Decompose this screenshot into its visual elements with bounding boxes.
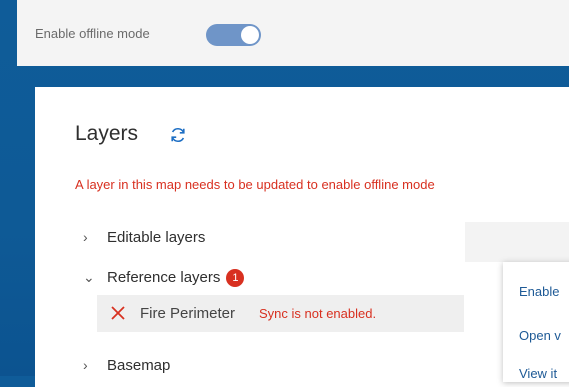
- menu-item-enable[interactable]: Enable: [519, 284, 559, 299]
- offline-warning: A layer in this map needs to be updated …: [75, 177, 435, 192]
- sync-status-text: Sync is not enabled.: [259, 306, 377, 321]
- chevron-down-icon: ⌄: [83, 269, 95, 285]
- layers-panel: Layers A layer in this map needs to be u…: [35, 87, 569, 387]
- close-icon: [111, 306, 125, 320]
- error-count-badge: 1: [226, 269, 245, 287]
- toggle-knob: [241, 26, 259, 44]
- offline-bar: Enable offline mode: [17, 0, 569, 66]
- group-label: Reference layers: [107, 269, 221, 286]
- group-reference-layers[interactable]: ⌄ Reference layers 1: [83, 269, 245, 287]
- layer-name: Fire Perimeter: [140, 305, 236, 322]
- chevron-right-icon: ›: [83, 357, 88, 373]
- offline-mode-label: Enable offline mode: [35, 26, 150, 41]
- list-item-fire-perimeter[interactable]: Fire Perimeter Sync is not enabled.: [97, 295, 464, 332]
- context-menu: Enable Open v View it: [503, 262, 569, 382]
- menu-item-view[interactable]: View it: [519, 366, 557, 381]
- menu-item-open[interactable]: Open v: [519, 328, 561, 343]
- row-hover-highlight: [465, 222, 569, 262]
- group-basemap[interactable]: › Basemap: [83, 357, 170, 374]
- chevron-right-icon: ›: [83, 229, 88, 245]
- page-title: Layers: [75, 122, 139, 145]
- group-label: Editable layers: [107, 229, 206, 246]
- refresh-icon[interactable]: [168, 125, 188, 145]
- offline-mode-toggle[interactable]: [206, 24, 261, 46]
- group-label: Basemap: [107, 357, 171, 374]
- group-editable-layers[interactable]: › Editable layers: [83, 229, 205, 246]
